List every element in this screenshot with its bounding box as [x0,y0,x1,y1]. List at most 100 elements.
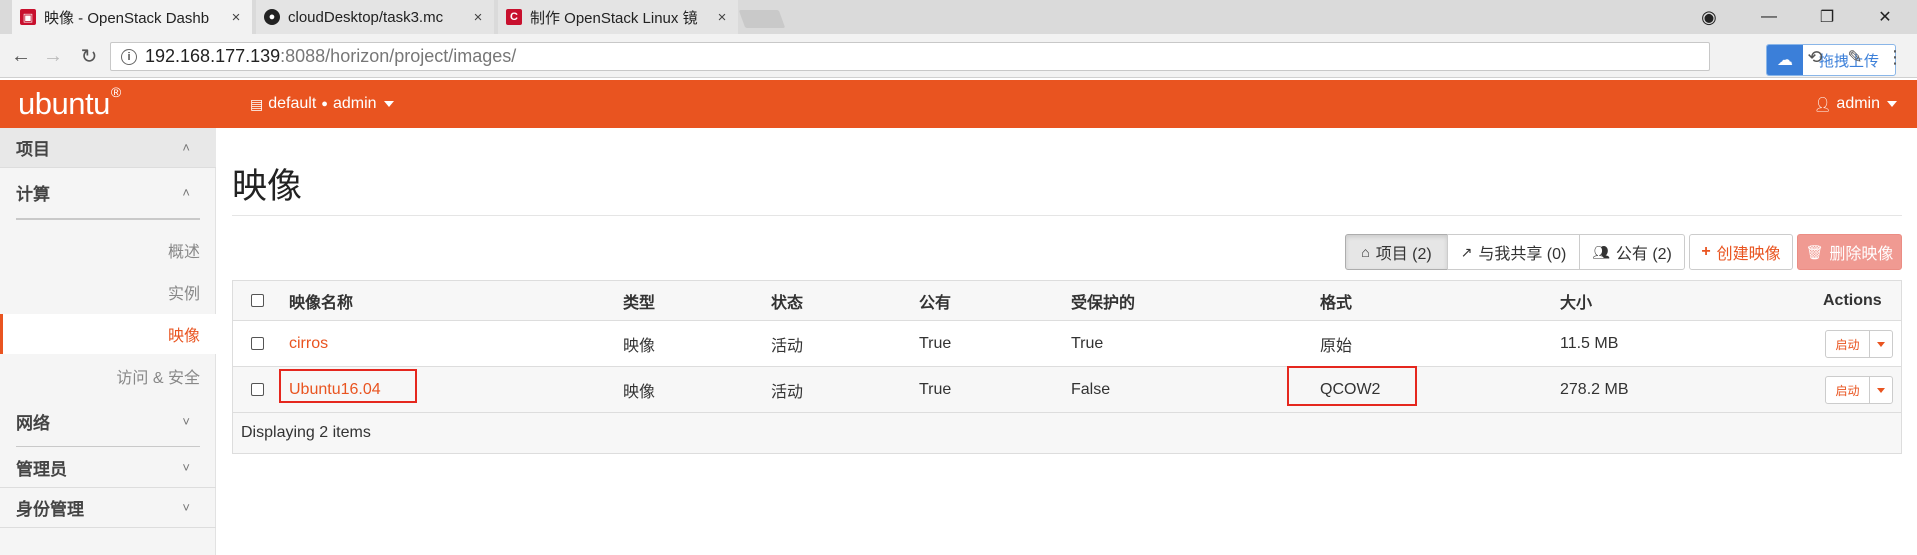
annotation-highlight-box [279,369,417,403]
item-count: Displaying 2 items [241,424,371,441]
url-path: :8088/horizon/project/images/ [280,46,517,66]
sidebar-group-admin[interactable]: 管理员 ˅ [0,448,216,488]
sidebar-group-label: 管理员 [16,460,67,479]
home-icon: ⌂ [1361,244,1370,260]
share-icon: ↗ [1460,243,1473,260]
row-actions-group: 启动 [1825,330,1893,358]
browser-tab-github[interactable]: ● cloudDesktop/task3.mc × [256,0,494,34]
menu-kebab-icon[interactable]: ⋮ [1883,45,1907,69]
server-icon: ▤ [250,95,264,112]
filter-public-button[interactable]: 👥︎ 公有 (2) [1579,234,1685,270]
actions-dropdown-toggle[interactable] [1870,387,1892,393]
table-header-row: 映像名称 类型 状态 公有 受保护的 格式 大小 Actions [233,281,1901,321]
sidebar-item-access-security[interactable]: 访问 & 安全 [0,356,216,396]
actions-dropdown-toggle[interactable] [1870,341,1892,347]
delete-images-button[interactable]: 🗑︎ 删除映像 [1797,234,1902,270]
column-header-type[interactable]: 类型 [623,281,655,320]
sync-extension-icon[interactable]: ⟲ [1803,45,1827,69]
sidebar-panel-network[interactable]: 网络 ˅ [16,401,200,441]
launch-button[interactable]: 启动 [1826,331,1870,357]
image-name-link[interactable]: cirros [289,321,328,366]
chevron-up-icon: ˄ [182,140,190,155]
sidebar-group-label: 身份管理 [16,500,84,519]
launch-button[interactable]: 启动 [1826,377,1870,403]
browser-tab-csdn[interactable]: C 制作 OpenStack Linux 镜 × [498,0,738,34]
image-status: 活动 [771,337,804,355]
column-header-format[interactable]: 格式 [1320,281,1352,320]
column-header-size[interactable]: 大小 [1560,281,1592,320]
divider [16,218,200,220]
filter-label: 与我共享 (0) [1478,246,1567,263]
eyedropper-extension-icon[interactable]: ✎ [1843,45,1867,69]
reload-icon[interactable]: ↻ [76,44,102,68]
ubuntu-logo[interactable]: ubuntu® [18,83,121,122]
image-protected: False [1071,380,1111,398]
baidu-upload-extension[interactable]: ☁ 拖拽上传 [1766,44,1896,76]
divider [232,215,1902,216]
table-footer-row: Displaying 2 items [233,413,1901,453]
table-row: Ubuntu16.04 映像 活动 True False QCOW2 278.2… [233,366,1901,413]
close-tab-icon[interactable]: × [228,9,244,26]
profile-icon[interactable]: ◉ [1680,0,1738,34]
site-info-icon[interactable]: i [121,48,137,65]
restore-button[interactable]: ❐ [1798,0,1856,34]
sidebar-item-images[interactable]: 映像 [0,314,216,354]
image-public: True [919,334,952,352]
user-menu-dropdown[interactable]: 👤︎ admin [1814,95,1897,113]
close-window-button[interactable]: ✕ [1856,0,1914,34]
new-tab-button[interactable] [738,10,786,28]
brand-text: ubuntu [18,86,110,121]
image-type: 映像 [623,337,656,355]
sidebar-group-label: 项目 [16,140,50,159]
column-header-name[interactable]: 映像名称 [289,281,353,320]
column-header-protected[interactable]: 受保护的 [1071,281,1135,320]
row-checkbox[interactable] [251,367,264,412]
image-size: 278.2 MB [1560,380,1629,398]
image-public: True [919,380,952,398]
row-checkbox[interactable] [251,321,264,366]
close-tab-icon[interactable]: × [714,9,730,26]
chevron-down-icon [1887,101,1897,107]
tab-title: cloudDesktop/task3.mc [288,8,444,26]
brand-mark: ® [110,83,121,100]
url-input[interactable]: i 192.168.177.139:8088/horizon/project/i… [110,42,1896,76]
context-domain: default [268,95,317,112]
top-navbar: ubuntu® ▤ default ● admin 👤︎ admin [0,80,1917,128]
image-format: 原始 [1320,337,1353,355]
sidebar-item-overview[interactable]: 概述 [0,230,216,270]
sidebar: 项目 ˄ 计算 ˄ 概述 实例 映像 访问 & 安全 网络 ˅ 管理员 ˅ 身份… [0,128,216,555]
sidebar-item-instances[interactable]: 实例 [0,272,216,312]
column-header-actions: Actions [1823,291,1882,309]
filter-project-button[interactable]: ⌂ 项目 (2) [1345,234,1448,270]
divider [16,446,200,447]
sidebar-panel-compute[interactable]: 计算 ˄ [16,172,200,212]
image-size: 11.5 MB [1560,334,1619,352]
forward-arrow-icon[interactable]: → [40,44,66,68]
cloud-icon: ☁ [1767,45,1803,75]
filter-shared-button[interactable]: ↗ 与我共享 (0) [1447,234,1580,270]
back-arrow-icon[interactable]: ← [8,44,34,68]
page-title: 映像 [232,167,303,206]
filter-label: 公有 (2) [1615,246,1672,263]
browser-tab-images[interactable]: ▣ 映像 - OpenStack Dashb × [12,0,252,34]
sidebar-group-project[interactable]: 项目 ˄ [0,128,216,168]
sidebar-panel-label: 网络 [16,413,50,433]
select-all-checkbox[interactable] [251,281,264,320]
column-header-public[interactable]: 公有 [919,281,951,320]
chevron-up-icon: ˄ [182,184,190,200]
address-bar-row: ← → ↻ i 192.168.177.139:8088/horizon/pro… [0,34,1917,78]
trash-icon: 🗑︎ [1805,243,1824,260]
images-table: 映像名称 类型 状态 公有 受保护的 格式 大小 Actions cirros … [232,280,1902,454]
create-image-button[interactable]: + 创建映像 [1689,234,1793,270]
minimize-button[interactable]: — [1740,0,1798,34]
column-header-status[interactable]: 状态 [771,281,803,320]
image-status: 活动 [771,383,804,401]
sidebar-group-identity[interactable]: 身份管理 ˅ [0,488,216,528]
button-label: 创建映像 [1716,246,1781,263]
chevron-down-icon [383,101,394,107]
dot-separator-icon: ● [321,98,328,110]
chevron-down-icon [1877,387,1885,393]
project-context-dropdown[interactable]: ▤ default ● admin [250,95,394,113]
close-tab-icon[interactable]: × [470,9,486,26]
user-name: admin [1836,95,1880,112]
